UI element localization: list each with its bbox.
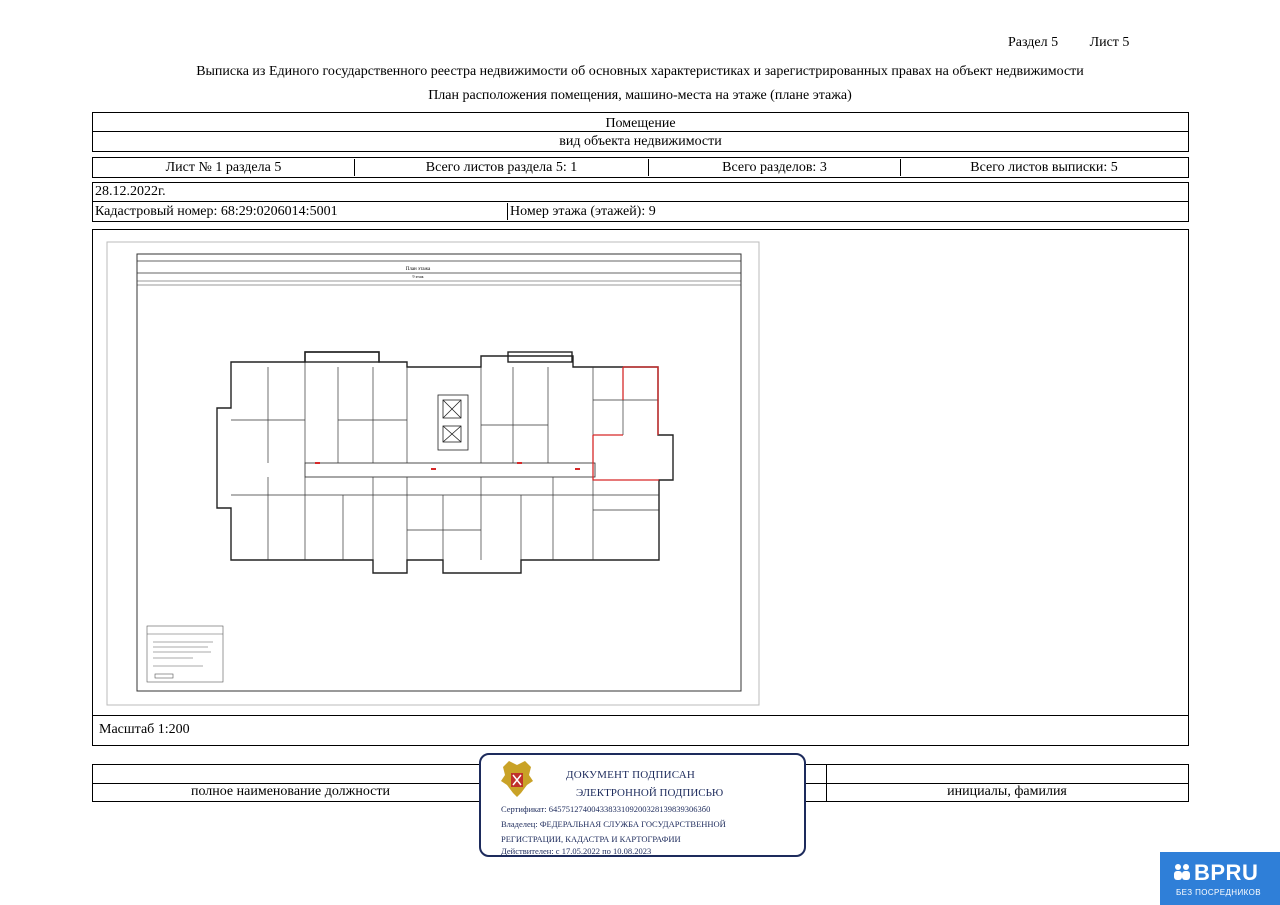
stamp-certificate: Сертификат: 6457512740043383310920032813… (501, 804, 711, 814)
sheet-number-cell: Лист № 1 раздела 5 (93, 159, 355, 176)
scale-label: Масштаб 1:200 (92, 715, 1189, 746)
document-subtitle: План расположения помещения, машино-мест… (428, 88, 852, 103)
page-section-info: Раздел 5 Лист 5 (1008, 35, 1157, 51)
stamp-owner-1: Владелец: ФЕДЕРАЛЬНАЯ СЛУЖБА ГОСУДАРСТВЕ… (501, 819, 726, 829)
total-sheets-cell: Всего листов выписки: 5 (970, 160, 1118, 175)
bpru-tagline: БЕЗ ПОСРЕДНИКОВ (1176, 888, 1261, 897)
floor-plan-frame: План этажа 9 этаж (92, 229, 1189, 716)
position-label: полное наименование должности (190, 784, 391, 799)
extract-date: 28.12.2022г. (93, 183, 1188, 202)
bpru-logo-text: BPRU (1194, 860, 1259, 885)
object-kind-label: вид объекта недвижимости (559, 134, 722, 149)
object-type-box: Помещение вид объекта недвижимости (92, 112, 1189, 152)
section-number: Раздел 5 (1008, 35, 1059, 50)
object-info-box: 28.12.2022г. Кадастровый номер: 68:29:02… (92, 182, 1189, 222)
floor-number: Номер этажа (этажей): 9 (510, 204, 656, 219)
plan-subtitle: 9 этаж (412, 274, 423, 279)
cadastral-number: Кадастровый номер: 68:29:0206014:5001 (93, 203, 508, 220)
stamp-line-1: ДОКУМЕНТ ПОДПИСАН (566, 769, 696, 781)
electronic-signature-stamp: ДОКУМЕНТ ПОДПИСАН ЭЛЕКТРОННОЙ ПОДПИСЬЮ С… (479, 753, 806, 857)
floor-plan-drawing: План этажа 9 этаж (106, 241, 760, 706)
document-title: Выписка из Единого государственного реес… (196, 64, 1084, 79)
name-label: инициалы, фамилия (947, 784, 1067, 799)
total-section-sheets-cell: Всего листов раздела 5: 1 (355, 159, 649, 176)
object-name: Помещение (93, 113, 1188, 132)
stamp-validity: Действителен: с 17.05.2022 по 10.08.2023 (501, 846, 652, 856)
bpru-badge[interactable]: BPRU БЕЗ ПОСРЕДНИКОВ (1160, 852, 1280, 905)
stamp-owner-2: РЕГИСТРАЦИИ, КАДАСТРА И КАРТОГРАФИИ (501, 834, 681, 844)
sheets-info-row: Лист № 1 раздела 5 Всего листов раздела … (92, 157, 1189, 178)
sheet-number: Лист 5 (1089, 35, 1130, 50)
stamp-line-2: ЭЛЕКТРОННОЙ ПОДПИСЬЮ (576, 787, 724, 799)
coat-of-arms-icon (501, 761, 533, 797)
people-icon (1174, 864, 1190, 880)
total-sections-cell: Всего разделов: 3 (649, 159, 901, 176)
plan-title: План этажа (406, 267, 431, 272)
